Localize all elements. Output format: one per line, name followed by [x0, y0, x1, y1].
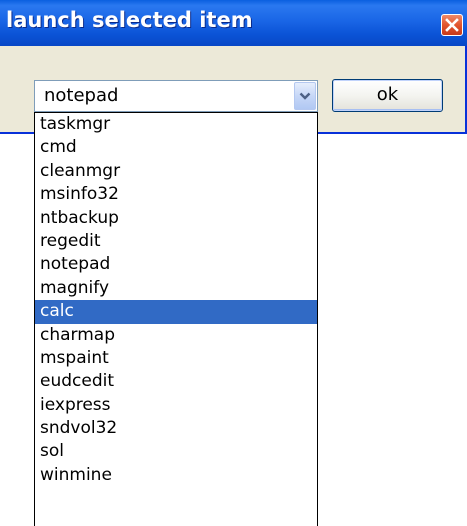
ok-button[interactable]: ok	[332, 79, 443, 112]
dropdown-option-cmd[interactable]: cmd	[35, 136, 317, 159]
dropdown-list[interactable]: taskmgr cmd cleanmgr msinfo32 ntbackup regedi…	[34, 112, 318, 526]
dropdown-option-winmine[interactable]: winmine	[35, 464, 317, 487]
combo-selected-value: notepad	[44, 85, 119, 106]
dropdown-option-msinfo32[interactable]: msinfo32	[35, 183, 317, 206]
dropdown-option-eudcedit[interactable]: eudcedit	[35, 370, 317, 393]
chevron-down-icon	[299, 92, 311, 100]
dropdown-option-cleanmgr[interactable]: cleanmgr	[35, 160, 317, 183]
dropdown-option-ntbackup[interactable]: ntbackup	[35, 207, 317, 230]
dropdown-option-mspaint[interactable]: mspaint	[35, 347, 317, 370]
dropdown-option-sol[interactable]: sol	[35, 440, 317, 463]
dropdown-option-sndvol32[interactable]: sndvol32	[35, 417, 317, 440]
close-icon	[445, 18, 459, 32]
title-bar[interactable]: launch selected item	[0, 0, 467, 46]
dropdown-option-taskmgr[interactable]: taskmgr	[35, 113, 317, 136]
item-select-combobox[interactable]: notepad	[34, 80, 318, 112]
window-title: launch selected item	[6, 8, 253, 32]
close-button[interactable]	[441, 14, 463, 36]
dropdown-option-charmap[interactable]: charmap	[35, 324, 317, 347]
dropdown-option-magnify[interactable]: magnify	[35, 277, 317, 300]
combo-dropdown-button[interactable]	[294, 82, 316, 110]
dropdown-option-notepad[interactable]: notepad	[35, 253, 317, 276]
dropdown-option-iexpress[interactable]: iexpress	[35, 394, 317, 417]
dropdown-option-regedit[interactable]: regedit	[35, 230, 317, 253]
dropdown-option-calc[interactable]: calc	[35, 300, 317, 324]
